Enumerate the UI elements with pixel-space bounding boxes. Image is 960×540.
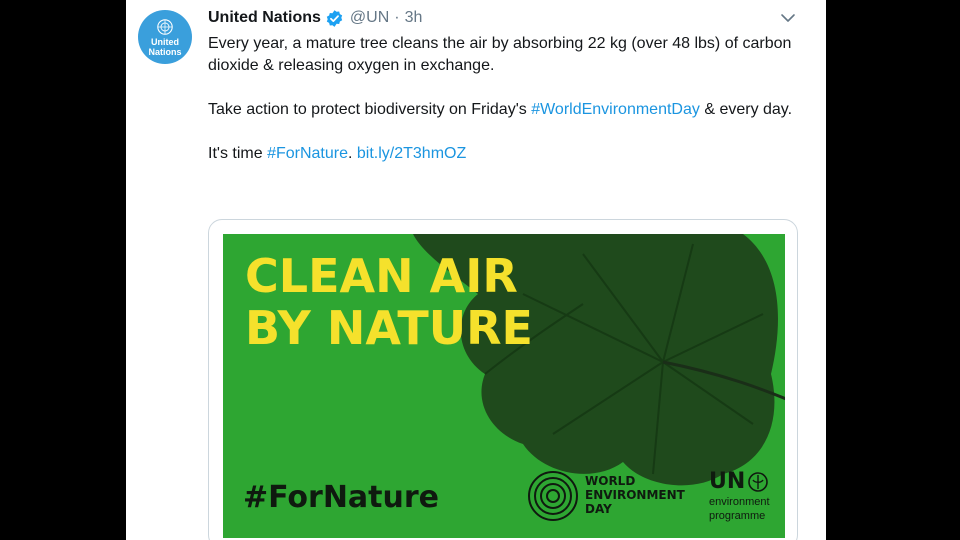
short-link[interactable]: bit.ly/2T3hmOZ	[357, 145, 466, 162]
un-mark-text: UN	[709, 469, 746, 494]
unep-emblem-icon	[748, 472, 769, 492]
avatar-text: United Nations	[148, 36, 182, 57]
media-card[interactable]: CLEAN AIR BY NATURE #ForNature WORLD ENV…	[208, 219, 798, 540]
tweet-paragraph-1: Every year, a mature tree cleans the air…	[208, 35, 792, 74]
tweet-panel: United Nations United Nations @UN · 3h E…	[126, 0, 826, 540]
poster-hashtag: #ForNature	[243, 480, 440, 515]
fingerprint-logo-icon	[528, 471, 578, 521]
paragraph-2-prefix: Take action to protect biodiversity on F…	[208, 101, 532, 118]
tweet-paragraph-3: It's time #ForNature. bit.ly/2T3hmOZ	[208, 143, 798, 165]
paragraph-3-prefix: It's time	[208, 145, 268, 162]
wed-line-3: DAY	[585, 502, 612, 516]
poster-headline: CLEAN AIR BY NATURE	[245, 250, 533, 354]
headline-line-2: BY NATURE	[245, 301, 533, 355]
display-name[interactable]: United Nations	[208, 9, 321, 27]
wed-line-1: WORLD	[585, 474, 636, 488]
hashtag-for-nature[interactable]: #ForNature	[267, 145, 348, 162]
timestamp[interactable]: 3h	[405, 9, 423, 27]
verified-badge-icon	[326, 9, 343, 27]
campaign-poster[interactable]: CLEAN AIR BY NATURE #ForNature WORLD ENV…	[223, 234, 785, 538]
un-emblem-icon	[157, 18, 173, 35]
unep-sub-2: programme	[709, 510, 766, 522]
chevron-down-icon[interactable]	[780, 10, 796, 26]
unep-sub-1: environment	[709, 496, 770, 508]
tweet-paragraph-2: Take action to protect biodiversity on F…	[208, 99, 798, 121]
avatar[interactable]: United Nations	[138, 10, 192, 64]
tweet-text: Every year, a mature tree cleans the air…	[208, 33, 798, 187]
handle[interactable]: @UN	[350, 9, 389, 27]
tweet-header: United Nations @UN · 3h	[208, 7, 422, 29]
hashtag-world-environment-day[interactable]: #WorldEnvironmentDay	[531, 101, 700, 118]
separator-dot: ·	[394, 9, 400, 26]
headline-line-1: CLEAN AIR	[245, 249, 518, 303]
paragraph-2-suffix: & every day.	[699, 101, 793, 118]
wed-line-2: ENVIRONMENT	[585, 488, 685, 502]
paragraph-3-mid: .	[347, 145, 357, 162]
unep-logo: UN environment programme	[709, 470, 770, 523]
world-environment-day-text: WORLD ENVIRONMENT DAY	[585, 474, 685, 516]
un-mark: UN	[709, 470, 770, 494]
